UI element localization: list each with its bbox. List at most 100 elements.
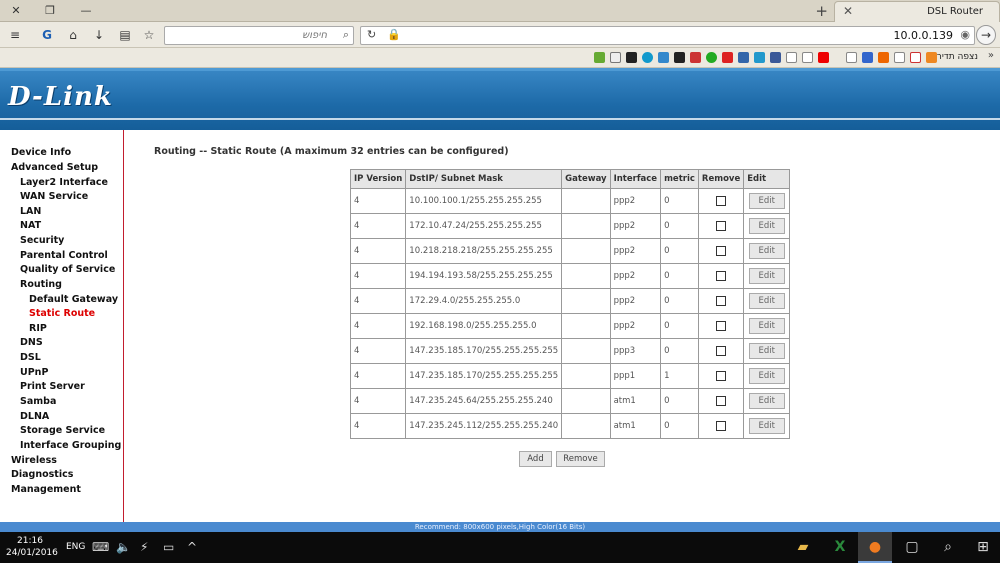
add-button[interactable]: Add	[519, 451, 552, 467]
menu-item-layer2-interface[interactable]: Layer2 Interface	[20, 177, 108, 188]
battery-icon[interactable]: ▭	[163, 540, 174, 554]
edit-button[interactable]: Edit	[748, 293, 785, 309]
bookmark-star-icon[interactable]: ☆	[140, 26, 158, 44]
edit-button[interactable]: Edit	[748, 393, 785, 409]
bookmark-icon[interactable]	[926, 52, 937, 63]
menu-item-print-server[interactable]: Print Server	[20, 381, 85, 392]
remove-checkbox[interactable]	[716, 220, 727, 231]
edit-button[interactable]: Edit	[748, 368, 785, 384]
bookmark-icon[interactable]	[754, 52, 765, 63]
menu-item-diagnostics[interactable]: Diagnostics	[11, 469, 73, 480]
remove-checkbox[interactable]	[716, 195, 727, 206]
close-window-icon[interactable]: ✕	[8, 3, 24, 19]
go-button[interactable]: →	[976, 25, 996, 45]
reload-icon[interactable]: ↻	[367, 28, 376, 41]
menu-item-interface-grouping[interactable]: Interface Grouping	[20, 440, 121, 451]
menu-item-lan[interactable]: LAN	[20, 206, 41, 217]
menu-item-samba[interactable]: Samba	[20, 396, 56, 407]
menu-item-nat[interactable]: NAT	[20, 220, 41, 231]
menu-item-wan-service[interactable]: WAN Service	[20, 191, 88, 202]
bookmark-icon[interactable]	[802, 52, 813, 63]
menu-item-device-info[interactable]: Device Info	[11, 147, 71, 158]
menu-item-parental-control[interactable]: Parental Control	[20, 250, 108, 261]
menu-item-quality-of-service[interactable]: Quality of Service	[20, 264, 115, 275]
edit-button[interactable]: Edit	[748, 343, 785, 359]
keyboard-icon[interactable]: ⌨	[92, 540, 109, 554]
menu-item-dsl[interactable]: DSL	[20, 352, 41, 363]
search-input[interactable]	[167, 28, 327, 43]
bookmark-icon[interactable]	[610, 52, 621, 63]
bookmark-icon[interactable]	[706, 52, 717, 63]
edit-button[interactable]: Edit	[748, 318, 785, 334]
bookmark-icon[interactable]	[642, 52, 653, 63]
remove-checkbox[interactable]	[716, 245, 727, 256]
remove-checkbox[interactable]	[716, 370, 727, 381]
menu-item-dns[interactable]: DNS	[20, 337, 43, 348]
page-info-icon[interactable]: ◉	[960, 28, 970, 41]
remove-checkbox[interactable]	[716, 395, 727, 406]
system-clock[interactable]: 21:16 24/01/2016	[6, 535, 58, 559]
bookmark-icon[interactable]	[770, 52, 781, 63]
edit-button[interactable]: Edit	[748, 243, 785, 259]
edit-button[interactable]: Edit	[748, 268, 785, 284]
home-icon[interactable]: ⌂	[64, 26, 82, 44]
bookmark-icon[interactable]	[626, 52, 637, 63]
browser-logo-icon[interactable]: G	[38, 26, 56, 44]
firefox-icon[interactable]: ●	[858, 532, 892, 563]
menu-item-default-gateway[interactable]: Default Gateway	[29, 294, 118, 305]
restore-window-icon[interactable]: ❐	[42, 3, 58, 19]
language-indicator[interactable]: ENG	[66, 542, 85, 552]
start-icon[interactable]: ⊞	[966, 532, 1000, 563]
edit-button[interactable]: Edit	[748, 193, 785, 209]
edit-button[interactable]: Edit	[748, 218, 785, 234]
bookmark-icon[interactable]	[878, 52, 889, 63]
menu-item-dlna[interactable]: DLNA	[20, 411, 49, 422]
minimize-window-icon[interactable]: —	[78, 3, 94, 19]
bookmark-icon[interactable]	[862, 52, 873, 63]
menu-item-upnp[interactable]: UPnP	[20, 367, 48, 378]
bookmark-icon[interactable]	[846, 52, 857, 63]
task-view-icon[interactable]: ▢	[895, 532, 929, 563]
edit-button[interactable]: Edit	[748, 418, 785, 434]
address-bar[interactable]: ↻ 🔒 ◉	[360, 26, 975, 45]
menu-item-security[interactable]: Security	[20, 235, 64, 246]
remove-button[interactable]: Remove	[556, 451, 605, 467]
file-explorer-icon[interactable]: ▰	[786, 532, 820, 563]
menu-icon[interactable]: ≡	[6, 26, 24, 44]
remove-checkbox[interactable]	[716, 345, 727, 356]
volume-icon[interactable]: 🔈	[116, 540, 131, 554]
remove-checkbox[interactable]	[716, 320, 727, 331]
bookmark-icon[interactable]	[690, 52, 701, 63]
remove-checkbox[interactable]	[716, 270, 727, 281]
search-icon[interactable]: ⌕	[931, 532, 965, 563]
download-icon[interactable]: ↓	[90, 26, 108, 44]
menu-item-management[interactable]: Management	[11, 484, 81, 495]
bookmark-icon[interactable]	[594, 52, 605, 63]
tab-close-icon[interactable]: ✕	[843, 4, 853, 18]
bookmark-icon[interactable]	[818, 52, 829, 63]
chevron-up-icon[interactable]: ^	[187, 540, 197, 554]
search-box[interactable]: ⌕	[164, 26, 354, 45]
bookmark-icon[interactable]	[722, 52, 733, 63]
bookmark-icon[interactable]	[674, 52, 685, 63]
menu-item-rip[interactable]: RIP	[29, 323, 47, 334]
url-input[interactable]	[405, 28, 953, 43]
menu-item-wireless[interactable]: Wireless	[11, 455, 57, 466]
new-tab-icon[interactable]: +	[815, 2, 828, 20]
history-icon[interactable]: ▤	[116, 26, 134, 44]
menu-item-static-route[interactable]: Static Route	[29, 308, 95, 319]
excel-icon[interactable]: X	[823, 532, 857, 563]
bookmark-icon[interactable]	[910, 52, 921, 63]
menu-item-storage-service[interactable]: Storage Service	[20, 425, 105, 436]
browser-tab[interactable]: ✕ DSL Router	[834, 1, 1000, 22]
remove-checkbox[interactable]	[716, 420, 727, 431]
bookmark-icon[interactable]	[738, 52, 749, 63]
remove-checkbox[interactable]	[716, 295, 727, 306]
menu-item-advanced-setup[interactable]: Advanced Setup	[11, 162, 98, 173]
bookmark-icon[interactable]	[786, 52, 797, 63]
bookmark-folder-label[interactable]: נצפה תדיר	[937, 52, 978, 62]
bookmark-icon[interactable]	[894, 52, 905, 63]
bookmark-icon[interactable]	[658, 52, 669, 63]
chevron-right-icon[interactable]: »	[988, 50, 994, 61]
menu-item-routing[interactable]: Routing	[20, 279, 62, 290]
